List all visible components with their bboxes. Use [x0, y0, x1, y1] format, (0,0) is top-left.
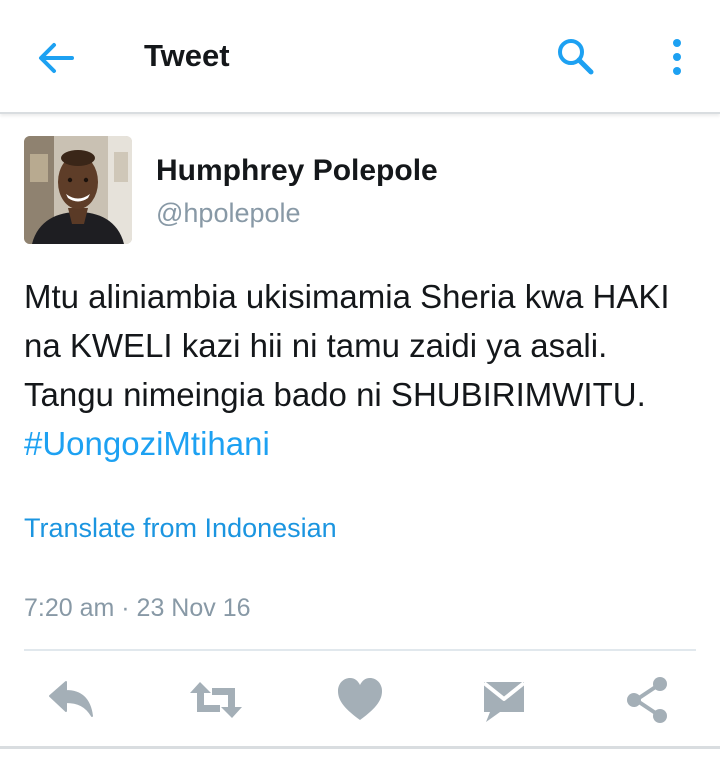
tweet-text: Mtu aliniambia ukisimamia Sheria kwa HAK… [24, 272, 704, 468]
share-icon [627, 677, 667, 723]
divider [24, 649, 696, 651]
author-handle[interactable]: @hpolepole [156, 198, 301, 229]
top-app-bar: Tweet [0, 0, 720, 114]
hashtag-link[interactable]: #UongoziMtihani [24, 425, 270, 462]
avatar[interactable] [24, 136, 132, 244]
direct-message-button[interactable] [472, 674, 536, 726]
tweet-body: Mtu aliniambia ukisimamia Sheria kwa HAK… [24, 278, 670, 413]
tweet-actions-bar [0, 664, 720, 738]
back-button[interactable] [34, 36, 78, 80]
back-arrow-icon [39, 43, 74, 73]
like-icon [338, 678, 382, 720]
reply-button[interactable] [40, 674, 104, 726]
author-name[interactable]: Humphrey Polepole [156, 154, 438, 188]
reply-icon [49, 681, 93, 717]
retweet-button[interactable] [184, 674, 248, 726]
direct-message-icon [482, 681, 526, 722]
like-button[interactable] [328, 674, 392, 726]
search-button[interactable] [553, 34, 597, 78]
retweet-icon [190, 682, 242, 718]
page-title: Tweet [144, 38, 230, 73]
search-icon [558, 39, 594, 75]
bottom-divider [0, 746, 720, 749]
share-button[interactable] [616, 674, 680, 726]
translate-link[interactable]: Translate from Indonesian [24, 513, 337, 544]
tweet-timestamp: 7:20 am · 23 Nov 16 [24, 594, 251, 622]
more-vertical-icon [673, 39, 681, 75]
avatar-photo [24, 136, 132, 244]
more-options-button[interactable] [660, 34, 694, 82]
